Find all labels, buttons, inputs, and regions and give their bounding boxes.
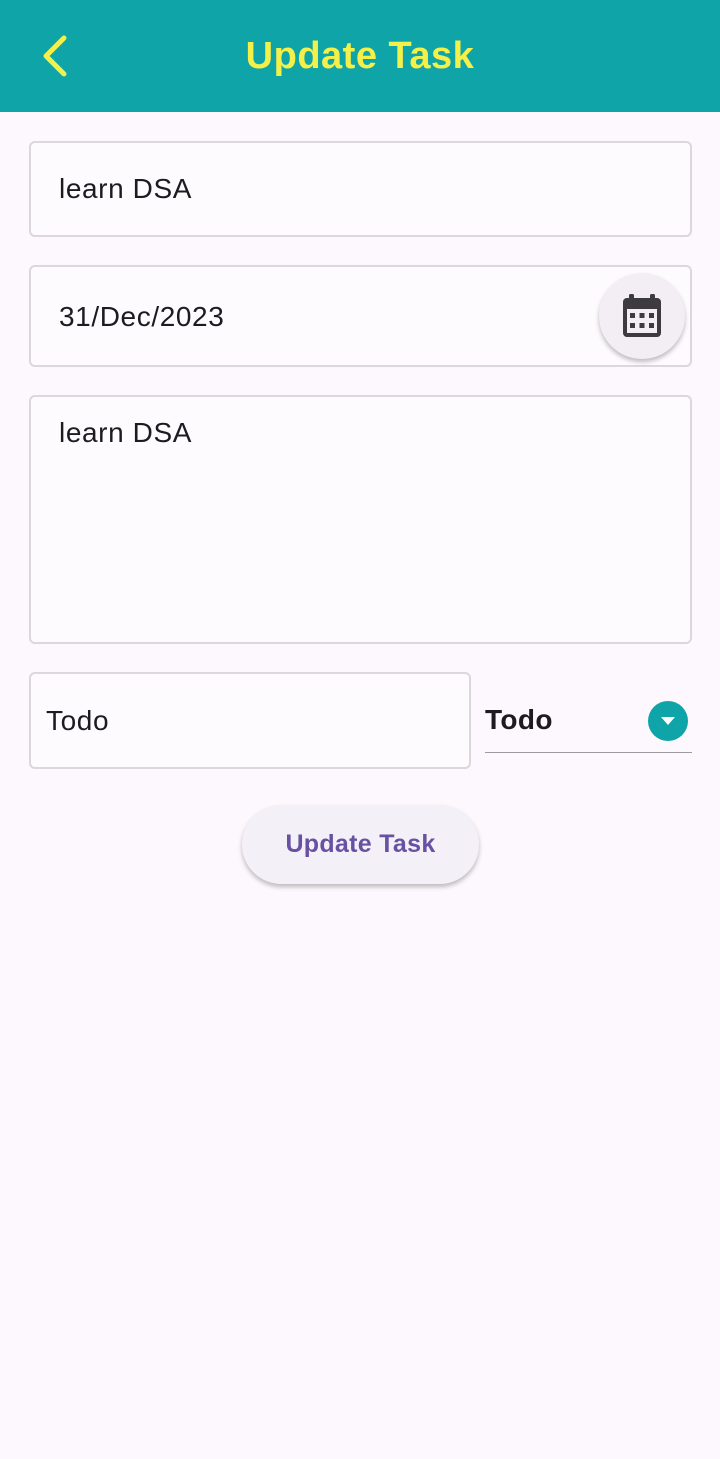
dropdown-arrow-icon: [648, 701, 688, 741]
calendar-button[interactable]: [599, 273, 685, 359]
update-task-button[interactable]: Update Task: [242, 805, 479, 884]
task-title-field[interactable]: learn DSA: [29, 141, 692, 237]
chevron-left-icon: [43, 35, 67, 77]
status-dropdown[interactable]: Todo: [485, 690, 692, 753]
app-bar: Update Task: [0, 0, 720, 112]
task-description-field[interactable]: learn DSA: [29, 395, 692, 644]
calendar-icon: [623, 294, 661, 337]
task-date-field[interactable]: 31/Dec/2023: [29, 265, 692, 367]
task-description-value: learn DSA: [59, 417, 193, 448]
status-dropdown-value: Todo: [485, 704, 553, 735]
page-title: Update Task: [245, 35, 475, 77]
task-title-value: learn DSA: [59, 173, 193, 204]
task-status-field[interactable]: Todo: [29, 672, 471, 769]
task-date-value: 31/Dec/2023: [59, 301, 225, 332]
back-button[interactable]: [26, 24, 86, 88]
task-status-value: Todo: [46, 705, 110, 736]
